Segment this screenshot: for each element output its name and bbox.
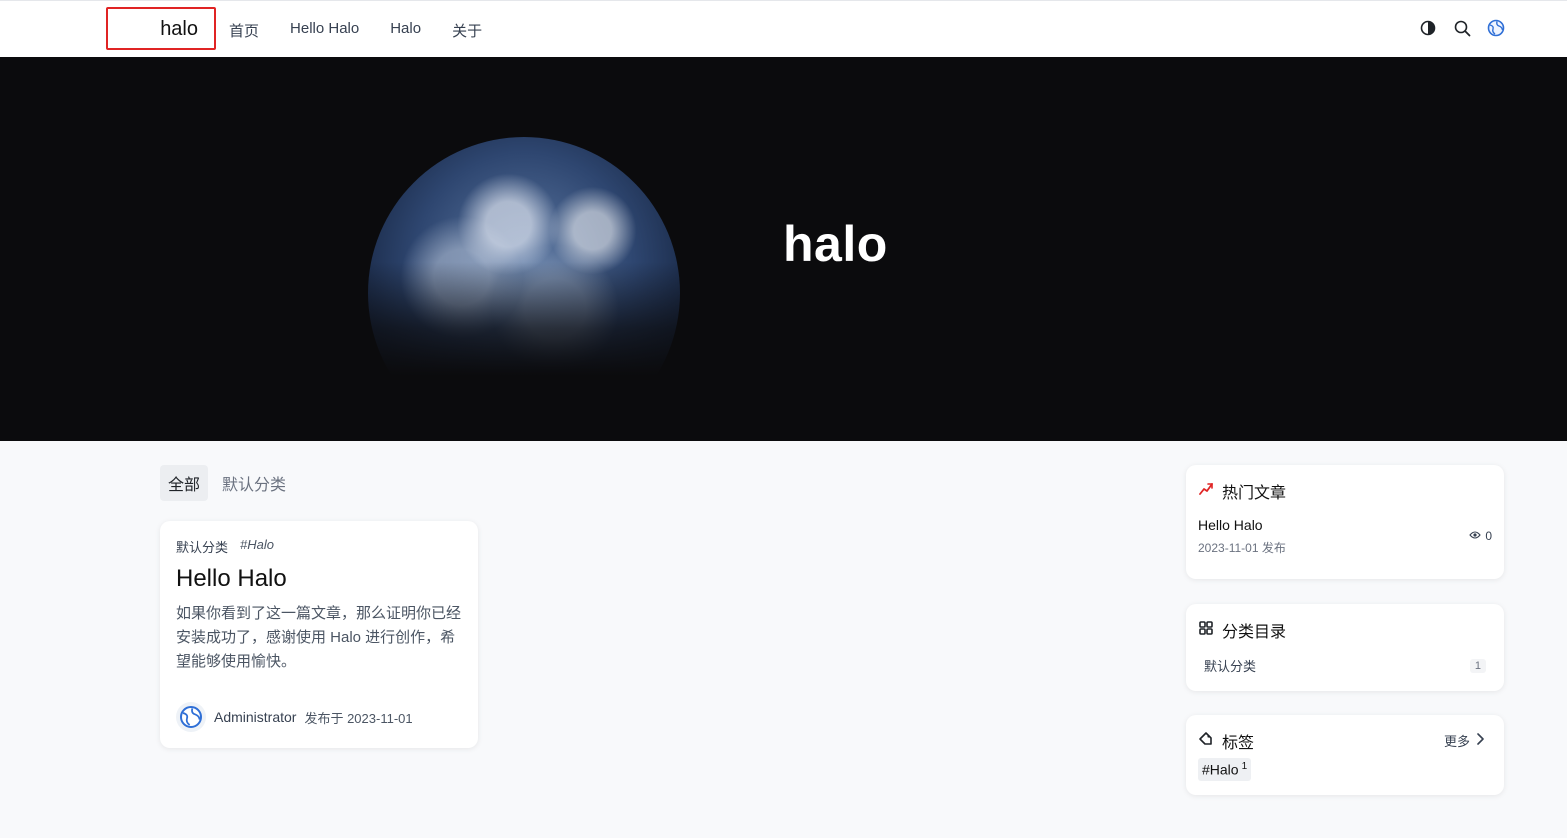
nav-item-home[interactable]: 首页 bbox=[229, 20, 259, 41]
site-logo-link[interactable]: halo bbox=[106, 7, 216, 50]
nav-item-hello-halo[interactable]: Hello Halo bbox=[290, 20, 359, 41]
main-nav: 首页 Hello Halo Halo 关于 bbox=[229, 20, 513, 41]
search-icon[interactable] bbox=[1453, 19, 1471, 37]
trending-icon bbox=[1198, 481, 1214, 502]
hot-posts-widget: 热门文章 Hello Halo 2023-11-01 发布 0 bbox=[1186, 465, 1504, 579]
hot-post-date: 2023-11-01 发布 bbox=[1198, 541, 1286, 555]
category-tabs: 全部 默认分类 bbox=[160, 465, 294, 501]
post-author: Administrator 发布于 2023-11-01 bbox=[176, 702, 413, 732]
post-category[interactable]: 默认分类 bbox=[176, 537, 228, 556]
hot-post-item[interactable]: Hello Halo 2023-11-01 发布 0 bbox=[1198, 517, 1492, 556]
author-name[interactable]: Administrator bbox=[214, 709, 296, 725]
grid-icon bbox=[1198, 620, 1214, 641]
post-title[interactable]: Hello Halo bbox=[176, 565, 462, 593]
theme-toggle-icon[interactable] bbox=[1419, 19, 1437, 37]
hot-posts-title: 热门文章 bbox=[1198, 479, 1492, 503]
post-date: 发布于 2023-11-01 bbox=[304, 710, 413, 726]
categories-widget: 分类目录 默认分类 1 bbox=[1186, 604, 1504, 691]
categories-title: 分类目录 bbox=[1198, 618, 1492, 642]
tab-all[interactable]: 全部 bbox=[160, 465, 209, 501]
tags-widget: 标签 更多 #Halo 1 bbox=[1186, 715, 1504, 795]
view-count: 0 bbox=[1469, 529, 1492, 543]
tag-icon bbox=[1198, 731, 1214, 752]
category-item[interactable]: 默认分类 1 bbox=[1204, 656, 1486, 675]
post-excerpt: 如果你看到了这一篇文章，那么证明你已经安装成功了，感谢使用 Halo 进行创作，… bbox=[176, 605, 462, 670]
nav-item-about[interactable]: 关于 bbox=[452, 20, 482, 41]
hero-banner: halo bbox=[0, 57, 1567, 441]
post-tag[interactable]: #Halo bbox=[240, 537, 274, 556]
category-count: 1 bbox=[1469, 658, 1486, 673]
globe-icon[interactable] bbox=[1487, 19, 1505, 37]
top-navbar: halo 首页 Hello Halo Halo 关于 bbox=[0, 0, 1567, 57]
avatar[interactable] bbox=[176, 702, 206, 732]
tab-default-category[interactable]: 默认分类 bbox=[214, 465, 294, 501]
nav-item-halo[interactable]: Halo bbox=[390, 20, 421, 41]
post-card[interactable]: 默认分类 #Halo Hello Halo 如果你看到了这一篇文章，那么证明你已… bbox=[160, 521, 478, 748]
category-name[interactable]: 默认分类 bbox=[1204, 656, 1256, 675]
hot-post-title[interactable]: Hello Halo bbox=[1198, 517, 1492, 533]
eye-icon bbox=[1469, 529, 1482, 543]
tag-count: 1 bbox=[1241, 761, 1248, 772]
site-name: halo bbox=[160, 18, 198, 40]
post-meta: 默认分类 #Halo bbox=[176, 537, 462, 556]
hero-title: halo bbox=[783, 216, 888, 272]
tags-more-link[interactable]: 更多 bbox=[1444, 731, 1484, 750]
tag-chip[interactable]: #Halo 1 bbox=[1198, 758, 1252, 781]
chevron-right-icon bbox=[1476, 733, 1484, 748]
header-actions bbox=[1419, 19, 1505, 37]
